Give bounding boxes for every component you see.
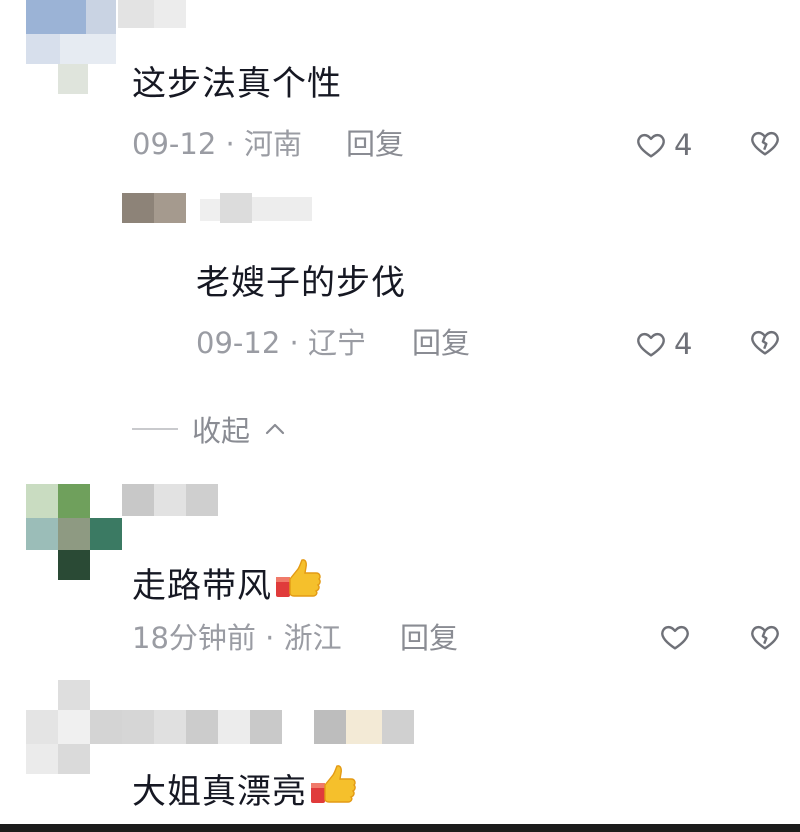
comment-location: 河南 bbox=[243, 127, 302, 161]
thumbs-up-emoji-icon bbox=[311, 765, 356, 803]
comment-meta: 18分钟前 · 浙江 bbox=[132, 620, 342, 656]
comment-text: 走路带风 bbox=[132, 557, 322, 606]
dislike-button[interactable] bbox=[748, 326, 782, 362]
heart-outline-icon bbox=[637, 133, 665, 158]
thumbs-up-emoji-icon bbox=[276, 559, 321, 597]
chevron-up-icon bbox=[265, 423, 285, 435]
reply-date: 09-12 bbox=[196, 326, 281, 360]
collapse-label: 收起 bbox=[192, 414, 251, 448]
comment-date: 18分钟前 bbox=[132, 621, 256, 655]
reply-text: 老嫂子的步伐 bbox=[196, 263, 406, 303]
like-count: 4 bbox=[674, 327, 693, 361]
reply-button[interactable]: 回复 bbox=[400, 620, 458, 656]
like-count: 4 bbox=[674, 128, 693, 162]
dislike-button[interactable] bbox=[748, 621, 782, 657]
reply-meta: 09-12 · 辽宁 bbox=[196, 325, 366, 361]
bottom-edge bbox=[0, 824, 800, 832]
meta-separator: · bbox=[289, 326, 299, 360]
dislike-button[interactable] bbox=[748, 127, 782, 163]
comment-location: 浙江 bbox=[283, 621, 342, 655]
comment-text: 这步法真个性 bbox=[132, 64, 342, 104]
like-button[interactable]: 4 bbox=[634, 127, 692, 163]
reply-location: 辽宁 bbox=[307, 326, 366, 360]
like-button[interactable] bbox=[658, 621, 692, 653]
like-button[interactable]: 4 bbox=[634, 326, 692, 362]
broken-heart-icon bbox=[751, 625, 779, 650]
comment-meta: 09-12 · 河南 bbox=[132, 126, 302, 162]
collapse-divider bbox=[132, 428, 178, 430]
heart-outline-icon bbox=[661, 625, 689, 650]
comment-date: 09-12 bbox=[132, 127, 217, 161]
heart-outline-icon bbox=[637, 332, 665, 357]
meta-separator: · bbox=[225, 127, 235, 161]
broken-heart-icon bbox=[751, 131, 779, 156]
reply-button[interactable]: 回复 bbox=[346, 126, 404, 162]
meta-separator: · bbox=[265, 621, 275, 655]
reply-button[interactable]: 回复 bbox=[412, 325, 470, 361]
comment-text: 大姐真漂亮 bbox=[132, 763, 357, 812]
broken-heart-icon bbox=[751, 330, 779, 355]
collapse-replies-button[interactable]: 收起 bbox=[132, 408, 286, 450]
